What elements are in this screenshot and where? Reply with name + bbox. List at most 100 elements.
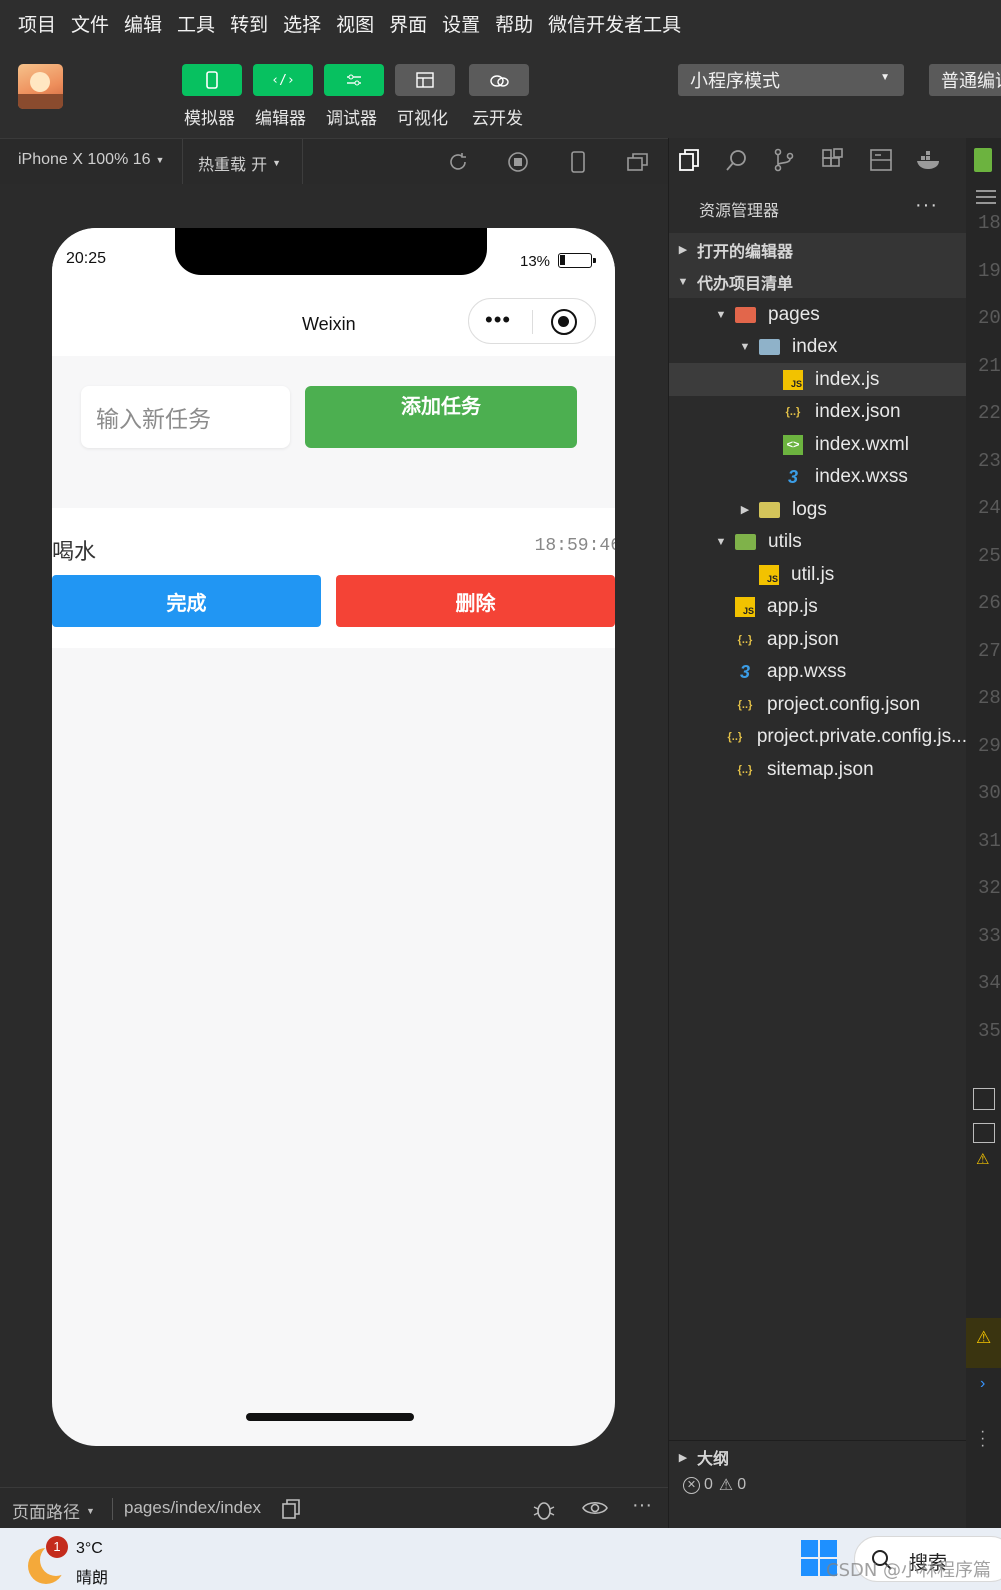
menu-view[interactable]: 视图 — [336, 10, 374, 37]
js-file-icon: JS — [759, 564, 779, 585]
cloud-button[interactable] — [469, 64, 529, 96]
eye-icon[interactable] — [582, 1499, 608, 1517]
detach-window-icon[interactable] — [627, 152, 649, 172]
search-icon[interactable] — [725, 148, 749, 172]
menu-edit[interactable]: 编辑 — [124, 10, 162, 37]
file-tree-item[interactable]: {..} project.private.config.js... — [669, 721, 968, 754]
json-file-icon: {..} — [785, 406, 801, 418]
json-file-icon: {..} — [737, 763, 753, 776]
folder-open-icon — [735, 534, 756, 550]
list-icon[interactable] — [970, 188, 996, 206]
page-path-select[interactable]: 页面路径 ▼ — [12, 1498, 95, 1523]
vertical-more-icon[interactable]: · · · — [980, 1424, 985, 1454]
device-icon[interactable] — [570, 151, 586, 173]
line-number: 23 — [978, 449, 1001, 472]
file-tree-item[interactable]: {..} app.json — [669, 623, 967, 656]
menu-interface[interactable]: 界面 — [389, 10, 427, 37]
add-task-button[interactable]: 添加任务 — [305, 386, 577, 448]
explorer-panel: 资源管理器 ··· ▶ 打开的编辑器 ▼ 代办项目清单 ▼ pages ▼ index… — [668, 138, 968, 1528]
chevron-down-icon: ▼ — [155, 155, 165, 165]
refresh-icon[interactable] — [447, 151, 469, 173]
play-panel-icon[interactable] — [973, 1123, 995, 1143]
extensions-icon[interactable] — [821, 148, 845, 172]
line-number: 28 — [978, 687, 1001, 709]
editor-button[interactable]: ‹/› — [253, 64, 313, 96]
add-task-button-label: 添加任务 — [401, 394, 481, 418]
file-tab-icon[interactable] — [974, 148, 992, 172]
file-tree-item[interactable]: JS util.js — [669, 558, 967, 591]
more-actions-icon[interactable]: ··· — [632, 1494, 652, 1517]
pages-folder-icon — [735, 306, 756, 323]
compile-select[interactable]: 普通编译 — [929, 64, 1001, 96]
file-tree-item[interactable]: {..} project.config.json — [669, 688, 967, 721]
visual-button[interactable] — [395, 64, 455, 96]
menu-select[interactable]: 选择 — [283, 10, 321, 37]
chevron-right-icon[interactable]: › — [980, 1375, 985, 1393]
error-icon: ✕ — [683, 1476, 700, 1494]
files-icon[interactable] — [677, 148, 701, 172]
avatar[interactable] — [18, 64, 63, 109]
menu-settings[interactable]: 设置 — [442, 10, 480, 37]
task-input[interactable]: 输入新任务 — [81, 386, 290, 448]
nav-title: Weixin — [302, 314, 356, 334]
file-tree-item[interactable]: <> index.wxml — [669, 428, 967, 461]
caret-right-icon: ▶ — [740, 504, 750, 516]
copy-icon[interactable] — [281, 1498, 301, 1520]
menu-tools[interactable]: 工具 — [177, 10, 215, 37]
file-tree-item[interactable]: JS app.js — [669, 591, 967, 624]
project-section[interactable]: ▼ 代办项目清单 — [669, 265, 967, 298]
file-tree-item[interactable]: ▶ logs — [669, 493, 967, 526]
menu-project[interactable]: 项目 — [18, 10, 56, 37]
source-control-icon[interactable] — [772, 148, 796, 172]
file-tree-item[interactable]: 3 app.wxss — [669, 656, 967, 689]
storage-icon[interactable] — [869, 148, 893, 172]
device-select-value: iPhone X 100% 16 — [18, 151, 151, 168]
simulator-button[interactable] — [182, 64, 242, 96]
open-editors-section[interactable]: ▶ 打开的编辑器 — [669, 233, 967, 266]
debugger-button[interactable] — [324, 64, 384, 96]
delete-button[interactable]: 删除 — [336, 575, 615, 627]
menu-help[interactable]: 帮助 — [495, 10, 533, 37]
stop-icon[interactable] — [507, 151, 529, 173]
docker-icon[interactable] — [915, 150, 943, 172]
project-label: 代办项目清单 — [697, 273, 794, 293]
file-tree-item[interactable]: ▼ pages — [669, 298, 967, 331]
file-tree-item-label: index.wxss — [815, 466, 908, 487]
more-icon[interactable]: ••• — [485, 307, 511, 333]
file-tree-item[interactable]: ▼ utils — [669, 526, 967, 559]
file-tree-item[interactable]: 3 index.wxss — [669, 461, 967, 494]
task-card: 喝水 18:59:46 完成 删除 — [52, 508, 615, 648]
cloud-label: 云开发 — [472, 109, 523, 129]
device-select[interactable]: iPhone X 100% 16 ▼ — [18, 151, 164, 169]
menu-goto[interactable]: 转到 — [230, 10, 268, 37]
hot-reload-toggle[interactable]: 热重载 开 ▼ — [198, 151, 281, 175]
notch — [175, 228, 487, 275]
file-tree-item[interactable]: ▼ index — [669, 331, 967, 364]
file-tree-item[interactable]: JS index.js — [669, 363, 967, 396]
page-path-value: pages/index/index — [124, 1498, 262, 1517]
json-file-icon: {..} — [737, 698, 753, 711]
menu-file[interactable]: 文件 — [71, 10, 109, 37]
file-tree-item-label: index.wxml — [815, 433, 909, 455]
weather-widget[interactable]: 1 3°C 晴朗 — [28, 1536, 148, 1587]
menu-bar: 项目 文件 编辑 工具 转到 选择 视图 界面 设置 帮助 微信开发者工具 — [0, 0, 1001, 46]
problems-summary[interactable]: ✕ 0 ⚠ 0 — [683, 1475, 746, 1495]
mode-select[interactable]: 小程序模式 ▼ — [678, 64, 904, 96]
capsule-button[interactable]: ••• — [468, 298, 596, 344]
simulator-label: 模拟器 — [184, 109, 235, 129]
inspect-icon[interactable] — [973, 1088, 995, 1110]
outline-label: 大纲 — [697, 1449, 730, 1468]
mode-select-value: 小程序模式 — [690, 71, 780, 92]
line-number: 19 — [978, 259, 1001, 282]
file-tree-item[interactable]: {..} sitemap.json — [669, 753, 967, 786]
editor-gutter: 18 19 20 21 22 23 24 25 26 27 28 29 30 31 32 33 34 35 ⚠ ⚠… — [966, 138, 1001, 1528]
complete-button[interactable]: 完成 — [52, 575, 321, 627]
close-mini-program-icon[interactable] — [551, 309, 577, 335]
menu-devtools[interactable]: 微信开发者工具 — [548, 10, 681, 37]
file-tree-item[interactable]: {..} index.json — [669, 396, 967, 429]
more-actions-icon[interactable]: ··· — [915, 194, 938, 217]
task-name: 喝水 — [52, 540, 97, 565]
bug-icon[interactable] — [532, 1497, 556, 1521]
notification-badge-count: 1 — [53, 1539, 61, 1554]
outline-section[interactable]: ▶ 大纲 — [669, 1440, 967, 1473]
